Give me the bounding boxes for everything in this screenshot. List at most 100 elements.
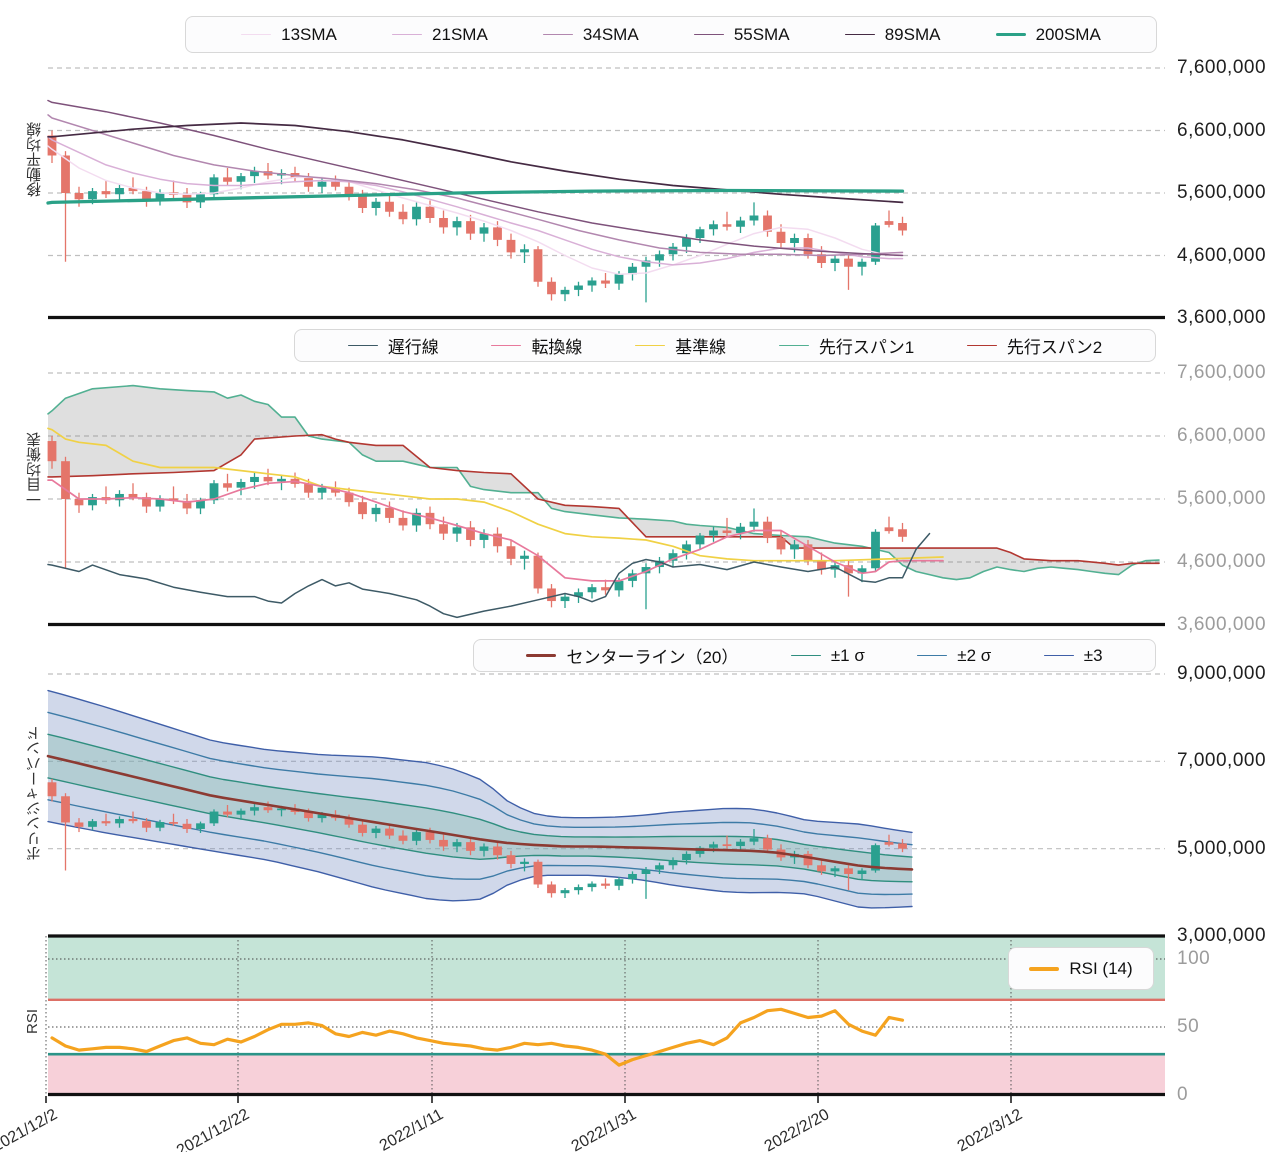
candle-body xyxy=(48,136,57,156)
candle-body xyxy=(210,812,219,824)
legend-bollinger-item-0: センターライン（20） xyxy=(526,643,738,668)
candle-body xyxy=(547,884,556,893)
legend-line-swatch xyxy=(779,345,809,346)
candle-body xyxy=(372,829,381,833)
legend-bollinger-item-3: ±3 xyxy=(1044,646,1103,666)
candle-body xyxy=(358,196,367,208)
legend-sma-item-0: 13SMA xyxy=(241,25,337,45)
legend-label: 遅行線 xyxy=(388,333,439,358)
candle-body xyxy=(547,282,556,295)
axis-title-ichimoku: 一目均衡表 xyxy=(24,415,45,525)
candle-body xyxy=(642,870,651,874)
candle-body xyxy=(48,441,57,461)
ytick-ichimoku: 6,600,000 xyxy=(1177,425,1266,447)
candle-body xyxy=(223,483,232,487)
legend-label: 34SMA xyxy=(583,25,639,45)
line-34SMA xyxy=(48,115,903,256)
candle-body xyxy=(844,868,853,874)
legend-line-swatch xyxy=(967,345,997,346)
legend-line-swatch xyxy=(526,654,556,657)
ytick-bollinger: 3,000,000 xyxy=(1177,925,1266,947)
candle-body xyxy=(75,822,84,826)
legend-ichimoku-item-2: 基準線 xyxy=(635,333,726,358)
candle-body xyxy=(453,221,462,227)
candle-body xyxy=(615,879,624,886)
legend-line-swatch xyxy=(1029,967,1059,971)
candle-body xyxy=(655,865,664,869)
candle-body xyxy=(898,843,907,848)
candle-body xyxy=(318,182,327,187)
candle-body xyxy=(804,238,813,254)
candle-body xyxy=(885,842,894,845)
legend-label: 200SMA xyxy=(1036,25,1101,45)
candle-body xyxy=(372,202,381,208)
ytick-rsi: 100 xyxy=(1177,948,1210,970)
legend-bollinger-item-2: ±2 σ xyxy=(917,646,991,666)
ytick-sma: 7,600,000 xyxy=(1177,57,1266,79)
candle-body xyxy=(237,482,246,488)
candle-body xyxy=(777,232,786,243)
candle-body xyxy=(534,862,543,885)
legend-label: ±3 xyxy=(1084,646,1103,666)
candle-body xyxy=(574,887,583,890)
candle-body xyxy=(385,202,394,212)
candle-body xyxy=(831,868,840,871)
candle-body xyxy=(358,825,367,833)
legend-label: RSI (14) xyxy=(1069,959,1132,979)
candle-body xyxy=(439,524,448,533)
candle-body xyxy=(399,836,408,841)
candle-body xyxy=(129,819,138,821)
candle-body xyxy=(75,499,84,505)
legend-line-swatch xyxy=(694,34,724,35)
legend-rsi: RSI (14) xyxy=(1008,947,1154,990)
candle-body xyxy=(871,532,880,569)
candle-body xyxy=(223,812,232,815)
candle-body xyxy=(75,193,84,199)
ytick-sma: 4,600,000 xyxy=(1177,245,1266,267)
candle-body xyxy=(426,207,435,218)
candle-body xyxy=(264,477,273,481)
candle-body xyxy=(709,224,718,229)
ytick-ichimoku: 5,600,000 xyxy=(1177,488,1266,510)
candle-body xyxy=(588,587,597,592)
legend-sma-item-4: 89SMA xyxy=(845,25,941,45)
candle-body xyxy=(304,178,313,187)
legend-label: ±1 σ xyxy=(831,646,865,666)
candle-body xyxy=(480,227,489,233)
legend-label: 13SMA xyxy=(281,25,337,45)
candle-body xyxy=(115,188,124,194)
candle-body xyxy=(817,865,826,871)
candle-body xyxy=(534,556,543,589)
candle-body xyxy=(237,176,246,182)
legend-ichimoku-item-3: 先行スパン1 xyxy=(779,333,914,358)
ytick-ichimoku: 7,600,000 xyxy=(1177,362,1266,384)
legend-label: 89SMA xyxy=(885,25,941,45)
legend-label: ±2 σ xyxy=(957,646,991,666)
candle-body xyxy=(736,842,745,846)
candle-body xyxy=(142,821,151,828)
candle-body xyxy=(102,821,111,823)
ytick-bollinger: 9,000,000 xyxy=(1177,663,1266,685)
legend-ichimoku-item-1: 転換線 xyxy=(491,333,582,358)
legend-sma-item-1: 21SMA xyxy=(392,25,488,45)
candle-body xyxy=(601,281,610,284)
candle-body xyxy=(615,274,624,283)
candle-body xyxy=(412,832,421,841)
candle-body xyxy=(777,538,786,549)
legend-label: 先行スパン2 xyxy=(1007,333,1102,358)
candle-body xyxy=(871,226,880,262)
ytick-sma: 5,600,000 xyxy=(1177,182,1266,204)
candle-body xyxy=(372,508,381,514)
legend-line-swatch xyxy=(348,345,378,346)
candle-body xyxy=(61,796,70,822)
legend-bollinger-item-1: ±1 σ xyxy=(791,646,865,666)
legend-label: 転換線 xyxy=(531,333,582,358)
candle-body xyxy=(709,531,718,536)
candle-body xyxy=(520,249,529,252)
candle-body xyxy=(399,518,408,526)
candle-body xyxy=(588,281,597,286)
candle-body xyxy=(588,884,597,887)
ytick-rsi: 0 xyxy=(1177,1084,1188,1106)
candle-body xyxy=(250,807,259,810)
candle-body xyxy=(277,479,286,482)
